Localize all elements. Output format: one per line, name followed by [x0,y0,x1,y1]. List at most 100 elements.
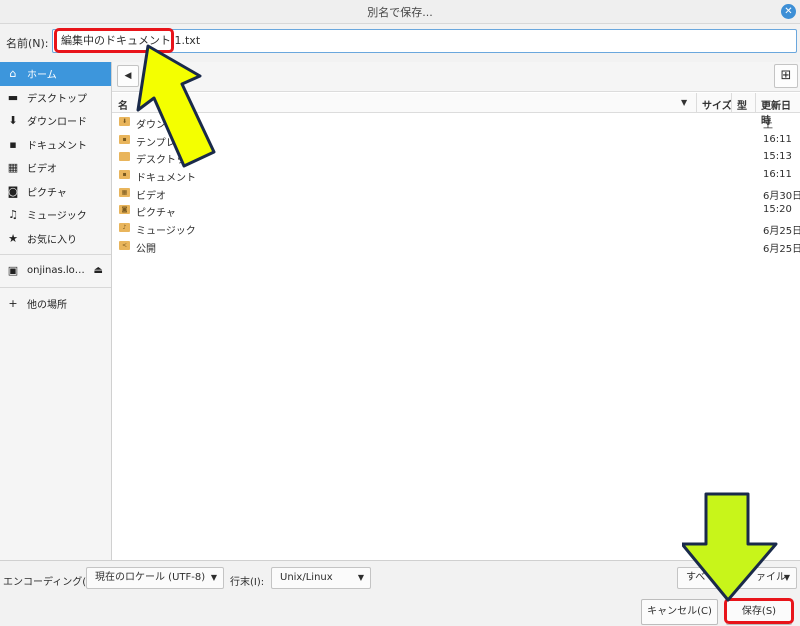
sidebar-item-favorites[interactable]: ★ お気に入り [0,227,111,251]
file-row[interactable]: デスクトップ 15:13 [112,149,800,167]
sidebar-item-label: ホーム [27,70,57,82]
sidebar-item-label: デスクトップ [27,93,87,105]
dropdown-arrow-icon: ▼ [783,573,790,582]
file-list: ⬇ ダウン 土 ▪ テンプレ 16:11 デスクトップ 15:13 ▪ ドキュメ… [112,114,800,256]
folder-templates-icon: ▪ [119,134,130,144]
desktop-icon: ▬ [7,90,19,104]
sidebar-item-pictures[interactable]: ◙ ピクチャ [0,180,111,204]
file-name: テンプレ [136,137,176,149]
file-row[interactable]: ⬇ ダウン 土 [112,114,800,132]
newline-label: 行末(I): [230,577,265,588]
encoding-value: 現在のロケール (UTF-8) [95,572,206,583]
file-filter-select[interactable]: すべて ァイル ▼ [677,567,797,589]
file-date: 15:20 [763,204,792,216]
new-folder-icon: ⊞ [780,68,792,83]
file-name: ピクチャ [136,208,176,220]
file-row[interactable]: ♪ ミュージック 6月25日 [112,220,800,238]
name-bar: 名前(N): 編集中のドキュメント 1.txt [0,24,800,58]
sidebar-item-label: お気に入り [27,234,77,246]
file-date: 6月25日 [763,226,800,238]
filename-input[interactable]: 編集中のドキュメント 1.txt [52,29,797,53]
drive-icon: ▣ [7,264,19,278]
folder-public-icon: < [119,240,130,250]
window-title: 別名で保存... [367,5,433,19]
video-icon: ▦ [7,161,19,175]
folder-pictures-icon: ◙ [119,205,130,215]
new-folder-button[interactable]: ⊞ [774,64,798,88]
eject-icon[interactable]: ⏏ [94,265,103,276]
column-header: 名 ▼ サイズ 型 更新日時 [112,93,800,127]
file-row[interactable]: ▦ ビデオ 6月30日 [112,185,800,203]
folder-music-icon: ♪ [119,223,130,233]
sidebar-divider [0,286,111,288]
sidebar-item-music[interactable]: ♫ ミュージック [0,203,111,227]
newline-select[interactable]: Unix/Linux ▼ [271,567,371,589]
folder-icon [119,152,130,162]
sidebar-item-label: onjinas.lo… [27,265,85,277]
file-date: 6月25日 [763,243,800,255]
path-bar: ◀ ⊞ [112,62,800,92]
cancel-button[interactable]: キャンセル(C) [641,599,718,625]
download-icon: ⬇ [8,114,18,128]
close-button[interactable]: ✕ [781,4,796,19]
file-name: 公開 [136,243,156,255]
file-row[interactable]: < 公開 6月25日 [112,238,800,256]
home-icon: ⌂ [9,67,17,81]
sidebar-item-network-drive[interactable]: ▣ onjinas.lo… ⏏ [0,259,111,283]
sidebar-divider [0,254,111,255]
sidebar-item-label: ピクチャ [27,187,67,199]
file-date: 16:11 [763,169,792,181]
column-divider [755,93,756,113]
places-sidebar: ⌂ ホーム ▬ デスクトップ ⬇ ダウンロード ▪ ドキュメント ▦ ビデオ ◙… [0,62,112,560]
save-button[interactable]: 保存(S) [726,599,792,625]
column-name[interactable]: 名 [118,97,128,112]
sidebar-item-documents[interactable]: ▪ ドキュメント [0,133,111,157]
sidebar-item-label: ビデオ [27,164,57,176]
chevron-left-icon: ◀ [124,71,132,81]
folder-videos-icon: ▦ [119,187,130,197]
filter-value-left: すべて [686,572,715,583]
file-date: 6月30日 [763,190,800,202]
sidebar-item-other-locations[interactable]: + 他の場所 [0,292,111,316]
column-size[interactable]: サイズ [702,97,732,112]
file-row[interactable]: ◙ ピクチャ 15:20 [112,202,800,220]
dropdown-arrow-icon: ▼ [210,573,217,582]
plus-icon: + [8,296,18,310]
encoding-select[interactable]: 現在のロケール (UTF-8) ▼ [86,567,224,589]
file-date: 16:11 [763,133,792,145]
newline-value: Unix/Linux [280,572,333,583]
file-row[interactable]: ▪ テンプレ 16:11 [112,132,800,150]
file-date: 土 [763,120,773,131]
dropdown-arrow-icon: ▼ [357,573,364,582]
sidebar-item-label: 他の場所 [27,299,67,311]
folder-documents-icon: ▪ [119,170,130,180]
file-name: ビデオ [136,190,166,202]
bottom-bar: エンコーディング(H): 現在のロケール (UTF-8) ▼ 行末(I): Un… [0,560,800,626]
back-button[interactable]: ◀ [117,65,139,87]
file-name: ダウン [136,120,166,131]
document-icon: ▪ [9,137,17,151]
camera-icon: ◙ [7,184,19,198]
sidebar-item-downloads[interactable]: ⬇ ダウンロード [0,109,111,133]
sidebar-item-label: ドキュメント [27,140,87,152]
folder-download-icon: ⬇ [119,117,130,126]
sidebar-item-label: ミュージック [27,211,87,223]
file-name: ドキュメント [136,173,196,185]
file-browser: ◀ ⊞ 名 ▼ サイズ 型 更新日時 ⬇ ダウン 土 ▪ テンプレ 16:11 … [112,62,800,560]
sidebar-item-home[interactable]: ⌂ ホーム [0,62,111,86]
file-name: ミュージック [136,226,196,238]
sidebar-item-videos[interactable]: ▦ ビデオ [0,156,111,180]
music-icon: ♫ [8,208,18,222]
filter-value-right: ァイル [756,572,786,583]
column-type[interactable]: 型 [737,97,747,112]
sort-down-icon[interactable]: ▼ [681,98,687,107]
file-name: デスクトップ [136,155,196,167]
star-icon: ★ [8,231,18,245]
close-icon: ✕ [784,6,793,17]
file-date: 15:13 [763,151,792,163]
column-divider [696,93,697,113]
file-row[interactable]: ▪ ドキュメント 16:11 [112,167,800,185]
sidebar-item-desktop[interactable]: ▬ デスクトップ [0,86,111,110]
column-divider [731,93,732,113]
sidebar-item-label: ダウンロード [27,117,87,129]
